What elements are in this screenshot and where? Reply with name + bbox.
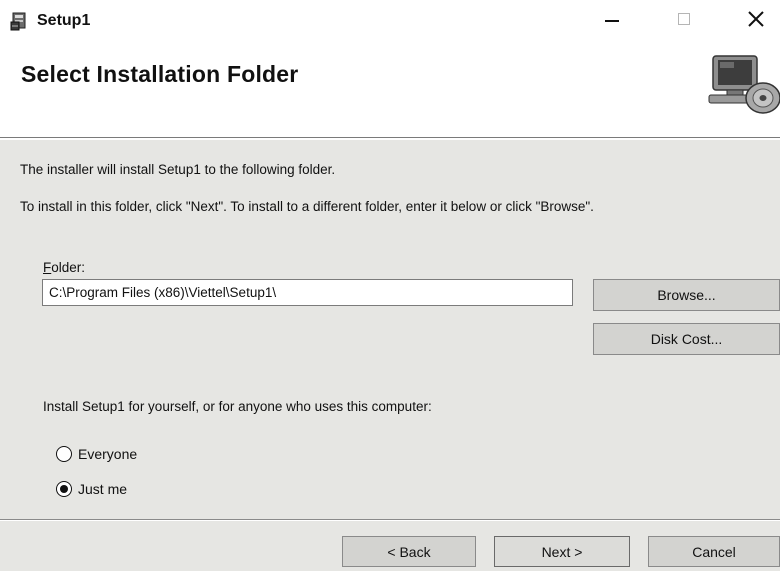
radio-just-me-label: Just me	[78, 481, 128, 497]
install-info-text: The installer will install Setup1 to the…	[20, 162, 336, 177]
browse-button[interactable]: Browse...	[593, 279, 780, 311]
back-button[interactable]: < Back	[342, 536, 476, 567]
computer-disc-icon	[708, 55, 780, 114]
folder-selection-panel: The installer will install Setup1 to the…	[0, 140, 780, 571]
radio-everyone[interactable]: Everyone	[56, 446, 137, 462]
radio-just-me[interactable]: Just me	[56, 481, 127, 497]
banner: Select Installation Folder	[0, 42, 780, 138]
radio-selected-icon[interactable]	[56, 481, 72, 497]
installer-icon	[10, 12, 26, 31]
minimize-button[interactable]	[590, 4, 634, 34]
cancel-button[interactable]: Cancel	[648, 536, 780, 567]
radio-everyone-label: Everyone	[78, 446, 138, 462]
instruction-text: To install in this folder, click "Next".…	[20, 199, 594, 214]
disk-cost-button[interactable]: Disk Cost...	[593, 323, 780, 355]
folder-label-accelerator: F	[43, 260, 52, 275]
banner-divider	[0, 137, 780, 139]
close-icon	[748, 11, 764, 27]
radio-unselected-icon[interactable]	[56, 446, 72, 462]
title-bar: Setup1	[0, 0, 780, 42]
minimize-icon	[605, 20, 619, 22]
maximize-button[interactable]	[662, 4, 706, 34]
folder-path-input[interactable]	[42, 279, 573, 306]
setup-window: Setup1 Select Installation Folder The in…	[0, 0, 780, 571]
install-scope-label: Install Setup1 for yourself, or for anyo…	[43, 399, 432, 414]
folder-label-text: older:	[51, 260, 86, 275]
footer-divider	[0, 519, 780, 521]
page-title: Select Installation Folder	[21, 61, 299, 87]
radio-dot	[60, 485, 68, 493]
next-button[interactable]: Next >	[494, 536, 630, 567]
folder-label: Folder:	[43, 260, 85, 275]
window-title: Setup1	[37, 12, 91, 29]
close-button[interactable]	[734, 4, 778, 34]
maximize-icon	[678, 13, 690, 25]
